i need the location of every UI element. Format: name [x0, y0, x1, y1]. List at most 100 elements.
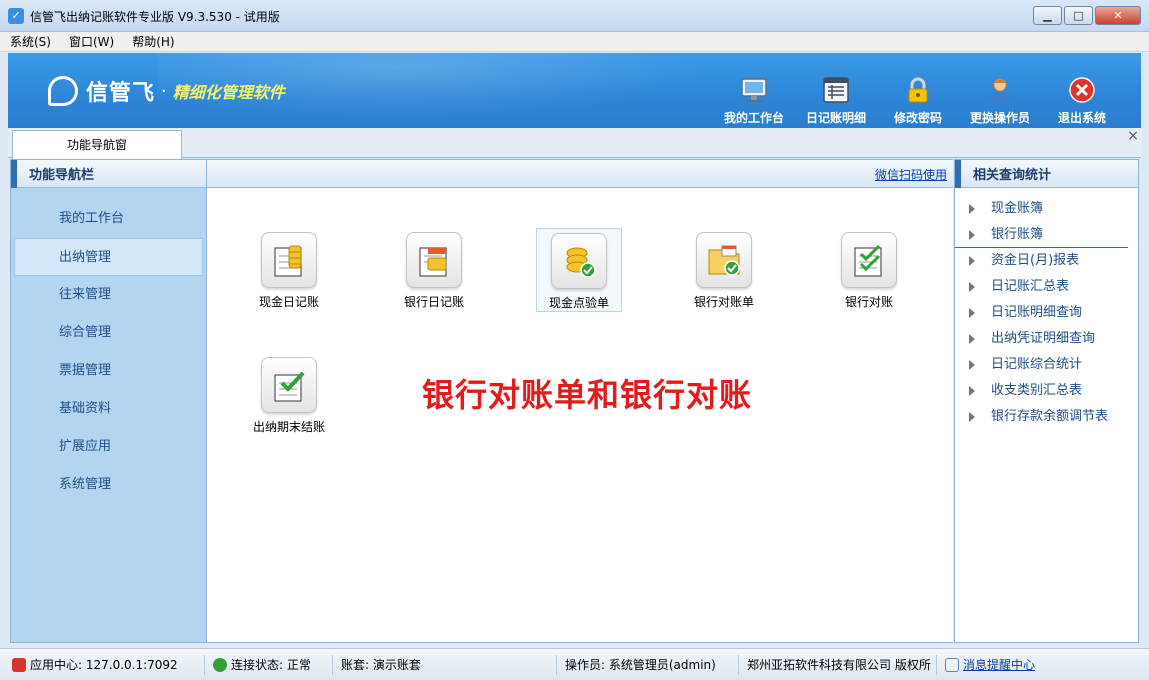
- exit-system-button[interactable]: 退出系统: [1043, 75, 1121, 126]
- user-icon: [985, 75, 1015, 105]
- workbench-button[interactable]: 我的工作台: [715, 75, 793, 126]
- query-item-label: 日记账综合统计: [991, 357, 1083, 372]
- period-close-icon: [261, 357, 317, 413]
- bank-statement-icon: [696, 232, 752, 288]
- brand-slogan: 精细化管理软件: [172, 83, 285, 102]
- period-close-button[interactable]: 出纳期末结账: [246, 353, 332, 435]
- bank-reconcile-icon: [841, 232, 897, 288]
- minimize-button[interactable]: ▁: [1033, 6, 1062, 25]
- right-query-panel: 相关查询统计 现金账簿 银行账簿 资金日(月)报表 日记账汇总表 日记账明细查询…: [954, 159, 1139, 643]
- close-button[interactable]: ✕: [1095, 6, 1141, 25]
- nav-item-bills[interactable]: 票据管理: [11, 352, 206, 390]
- nav-item-receivables[interactable]: 往来管理: [11, 276, 206, 314]
- ledger-icon: [821, 75, 851, 105]
- triangle-icon: [969, 204, 975, 214]
- query-item-journal-detail[interactable]: 日记账明细查询: [955, 300, 1138, 326]
- lock-icon: [903, 75, 933, 105]
- title-bar: ✓ 信管飞出纳记账软件专业版 V9.3.530 - 试用版 ▁ □ ✕: [0, 0, 1149, 32]
- query-item-label: 日记账汇总表: [991, 279, 1070, 294]
- query-item-bank-book[interactable]: 银行账簿: [955, 222, 1128, 248]
- triangle-icon: [969, 360, 975, 370]
- query-item-label: 银行存款余额调节表: [991, 409, 1109, 424]
- journal-detail-button[interactable]: 日记账明细: [797, 75, 875, 126]
- switch-operator-label: 更换操作员: [969, 111, 1030, 125]
- triangle-icon: [969, 412, 975, 422]
- query-item-category-summary[interactable]: 收支类别汇总表: [955, 378, 1138, 404]
- maximize-button[interactable]: □: [1064, 6, 1093, 25]
- header-banner: 信管飞 · 精细化管理软件 我的工作台 日记账明细 修改密码 更换操作员 退出系…: [8, 53, 1141, 128]
- status-operator: 操作员: 系统管理员(admin): [557, 654, 739, 675]
- tab-function-navigation[interactable]: 功能导航窗: [12, 130, 182, 159]
- bank-statement-label: 银行对账单: [693, 295, 754, 309]
- status-app-center-text: 应用中心: 127.0.0.1:7092: [30, 658, 178, 672]
- left-nav-panel: 功能导航栏 我的工作台 出纳管理 往来管理 综合管理 票据管理 基础资料 扩展应…: [10, 159, 207, 643]
- window-title: 信管飞出纳记账软件专业版 V9.3.530 - 试用版: [30, 10, 280, 24]
- status-connection: 连接状态: 正常: [205, 654, 333, 675]
- query-item-journal-stats[interactable]: 日记账综合统计: [955, 352, 1138, 378]
- workbench-label: 我的工作台: [723, 111, 784, 125]
- cash-journal-label: 现金日记账: [258, 295, 319, 309]
- query-item-fund-report[interactable]: 资金日(月)报表: [955, 248, 1138, 274]
- bank-journal-icon: [406, 232, 462, 288]
- brand: 信管飞 · 精细化管理软件: [48, 75, 285, 107]
- bank-journal-button[interactable]: 银行日记账: [391, 228, 477, 310]
- bank-reconcile-button[interactable]: 银行对账: [826, 228, 912, 310]
- nav-item-system[interactable]: 系统管理: [11, 466, 206, 504]
- cash-journal-button[interactable]: 现金日记账: [246, 228, 332, 310]
- tab-close-icon[interactable]: ×: [1127, 128, 1139, 144]
- triangle-icon: [969, 229, 975, 240]
- bank-statement-button[interactable]: 银行对账单: [681, 228, 767, 310]
- query-item-cash-book[interactable]: 现金账簿: [955, 196, 1138, 222]
- nav-item-workbench[interactable]: 我的工作台: [11, 200, 206, 238]
- exit-icon: [1067, 75, 1097, 105]
- menu-help[interactable]: 帮助(H): [132, 33, 174, 50]
- triangle-icon: [969, 308, 975, 318]
- menu-system[interactable]: 系统(S): [10, 33, 51, 50]
- query-item-balance-adjust[interactable]: 银行存款余额调节表: [955, 404, 1138, 430]
- query-item-label: 现金账簿: [991, 201, 1044, 216]
- change-password-button[interactable]: 修改密码: [879, 75, 957, 126]
- status-app-center: 应用中心: 127.0.0.1:7092: [0, 654, 205, 675]
- top-toolbar: 我的工作台 日记账明细 修改密码 更换操作员 退出系统: [711, 75, 1121, 126]
- bank-journal-label: 银行日记账: [403, 295, 464, 309]
- status-connection-text: 连接状态: 正常: [231, 658, 311, 672]
- monitor-icon: [739, 75, 769, 105]
- exit-system-label: 退出系统: [1057, 111, 1106, 125]
- cash-check-label: 现金点验单: [548, 296, 609, 310]
- nav-item-cashier[interactable]: 出纳管理: [14, 238, 203, 276]
- nav-item-basic-data[interactable]: 基础资料: [11, 390, 206, 428]
- app-center-icon: [12, 657, 26, 672]
- nav-item-extensions[interactable]: 扩展应用: [11, 428, 206, 466]
- query-item-voucher-detail[interactable]: 出纳凭证明细查询: [955, 326, 1138, 352]
- wechat-scan-link[interactable]: 微信扫码使用: [875, 166, 947, 183]
- nav-item-general[interactable]: 综合管理: [11, 314, 206, 352]
- journal-detail-label: 日记账明细: [805, 111, 866, 125]
- change-password-label: 修改密码: [893, 111, 942, 125]
- status-account-set: 账套: 演示账套: [333, 654, 557, 675]
- right-panel-title: 相关查询统计: [955, 160, 1138, 188]
- main-header-bar: 微信扫码使用: [207, 160, 953, 188]
- period-close-label: 出纳期末结账: [252, 420, 325, 434]
- query-item-journal-summary[interactable]: 日记账汇总表: [955, 274, 1138, 300]
- check-icon: [213, 657, 227, 672]
- app-logo-icon: ✓: [8, 8, 24, 24]
- cash-check-button[interactable]: 现金点验单: [536, 228, 622, 312]
- menu-window[interactable]: 窗口(W): [69, 33, 114, 50]
- cash-check-icon: [551, 233, 607, 289]
- switch-operator-button[interactable]: 更换操作员: [961, 75, 1039, 126]
- brand-logo-icon: [48, 76, 78, 106]
- query-item-label: 收支类别汇总表: [991, 383, 1083, 398]
- menu-bar: 系统(S) 窗口(W) 帮助(H): [0, 32, 1149, 52]
- mail-icon: [945, 657, 959, 672]
- message-center-link[interactable]: 消息提醒中心: [963, 656, 1035, 673]
- triangle-icon: [969, 282, 975, 292]
- triangle-icon: [969, 334, 975, 344]
- cash-journal-icon: [261, 232, 317, 288]
- query-item-label: 日记账明细查询: [991, 305, 1083, 320]
- status-account-set-text: 账套: 演示账套: [341, 658, 421, 672]
- status-company: 郑州亚拓软件科技有限公司 版权所: [739, 654, 937, 675]
- status-message-center[interactable]: 消息提醒中心: [937, 655, 1043, 675]
- tab-strip: 功能导航窗 ×: [8, 128, 1141, 159]
- query-item-label: 出纳凭证明细查询: [991, 331, 1096, 346]
- left-panel-title: 功能导航栏: [11, 160, 206, 188]
